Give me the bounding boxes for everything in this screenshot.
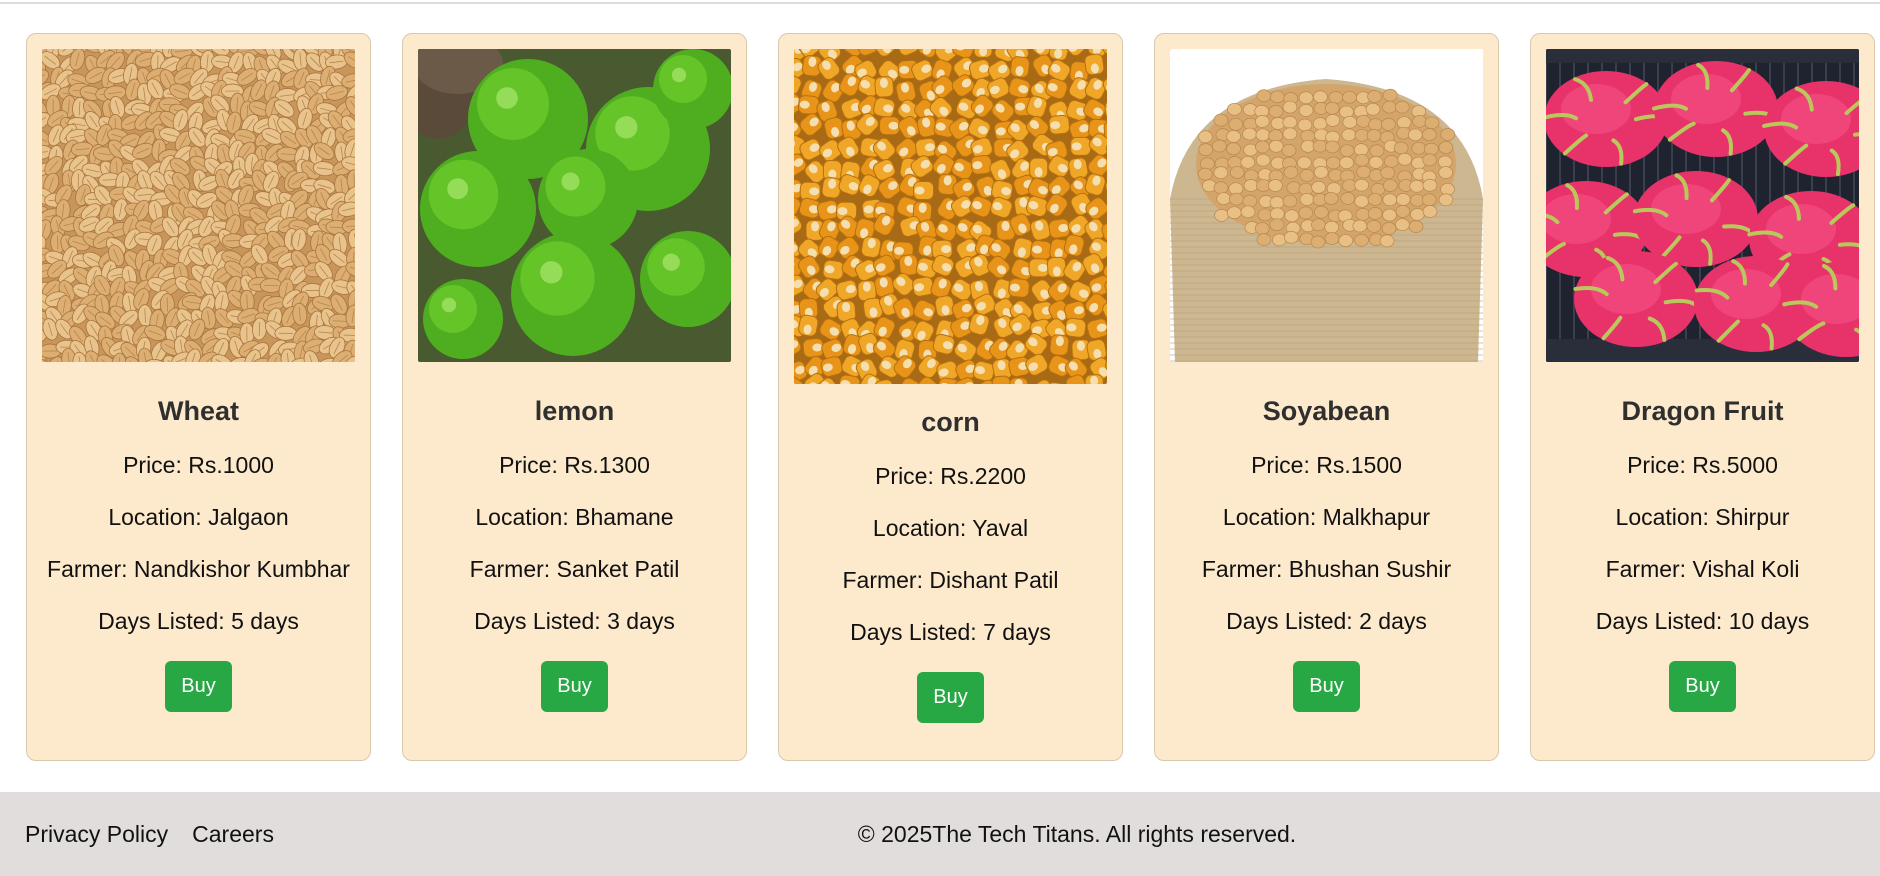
product-details: Wheat Price: Rs.1000 Location: Jalgaon F… xyxy=(42,362,355,745)
product-days-listed: Days Listed: 3 days xyxy=(474,607,675,634)
product-farmer: Farmer: Vishal Koli xyxy=(1605,555,1800,582)
product-price: Price: Rs.1500 xyxy=(1251,451,1402,478)
product-farmer: Farmer: Nandkishor Kumbhar xyxy=(47,555,350,582)
buy-button[interactable]: Buy xyxy=(165,660,232,712)
copyright-text: © 2025The Tech Titans. All rights reserv… xyxy=(857,820,1297,847)
wheat-grains-image xyxy=(42,49,355,362)
product-location: Location: Malkhapur xyxy=(1222,503,1431,530)
buy-button[interactable]: Buy xyxy=(1669,660,1736,712)
product-name: lemon xyxy=(534,395,615,426)
footer-links: Privacy Policy Careers xyxy=(25,792,274,876)
product-details: Soyabean Price: Rs.1500 Location: Malkha… xyxy=(1170,362,1483,745)
product-location: Location: Bhamane xyxy=(475,503,674,530)
product-price: Price: Rs.2200 xyxy=(875,462,1026,489)
product-farmer: Farmer: Dishant Patil xyxy=(842,566,1059,593)
product-name: Wheat xyxy=(158,395,239,426)
product-location: Location: Jalgaon xyxy=(108,503,289,530)
product-card-grid: Wheat Price: Rs.1000 Location: Jalgaon F… xyxy=(26,33,1875,761)
buy-button[interactable]: Buy xyxy=(1293,660,1360,712)
top-divider xyxy=(0,2,1880,4)
product-details: corn Price: Rs.2200 Location: Yaval Farm… xyxy=(794,384,1107,745)
careers-link[interactable]: Careers xyxy=(192,821,274,848)
buy-button[interactable]: Buy xyxy=(917,671,984,723)
product-details: lemon Price: Rs.1300 Location: Bhamane F… xyxy=(418,362,731,745)
product-price: Price: Rs.1300 xyxy=(499,451,650,478)
product-card-soyabean: Soyabean Price: Rs.1500 Location: Malkha… xyxy=(1154,33,1499,761)
product-days-listed: Days Listed: 10 days xyxy=(1595,607,1810,634)
product-days-listed: Days Listed: 5 days xyxy=(98,607,299,634)
product-location: Location: Yaval xyxy=(872,514,1029,541)
product-card-corn: corn Price: Rs.2200 Location: Yaval Farm… xyxy=(778,33,1123,761)
product-price: Price: Rs.1000 xyxy=(123,451,274,478)
buy-button[interactable]: Buy xyxy=(541,660,608,712)
soybean-sack-image xyxy=(1170,49,1483,362)
dragon-fruit-image xyxy=(1546,49,1859,362)
product-location: Location: Shirpur xyxy=(1615,503,1790,530)
site-footer: © 2025The Tech Titans. All rights reserv… xyxy=(0,792,1880,876)
product-days-listed: Days Listed: 7 days xyxy=(850,618,1051,645)
product-name: corn xyxy=(921,406,980,437)
product-details: Dragon Fruit Price: Rs.5000 Location: Sh… xyxy=(1546,362,1859,745)
product-days-listed: Days Listed: 2 days xyxy=(1226,607,1427,634)
product-name: Soyabean xyxy=(1262,395,1391,426)
corn-kernels-image xyxy=(794,49,1107,384)
product-name: Dragon Fruit xyxy=(1621,395,1784,426)
limes-image xyxy=(418,49,731,362)
product-card-wheat: Wheat Price: Rs.1000 Location: Jalgaon F… xyxy=(26,33,371,761)
product-farmer: Farmer: Bhushan Sushir xyxy=(1201,555,1452,582)
product-card-lemon: lemon Price: Rs.1300 Location: Bhamane F… xyxy=(402,33,747,761)
product-farmer: Farmer: Sanket Patil xyxy=(469,555,680,582)
product-price: Price: Rs.5000 xyxy=(1627,451,1778,478)
privacy-policy-link[interactable]: Privacy Policy xyxy=(25,821,168,848)
product-card-dragon-fruit: Dragon Fruit Price: Rs.5000 Location: Sh… xyxy=(1530,33,1875,761)
